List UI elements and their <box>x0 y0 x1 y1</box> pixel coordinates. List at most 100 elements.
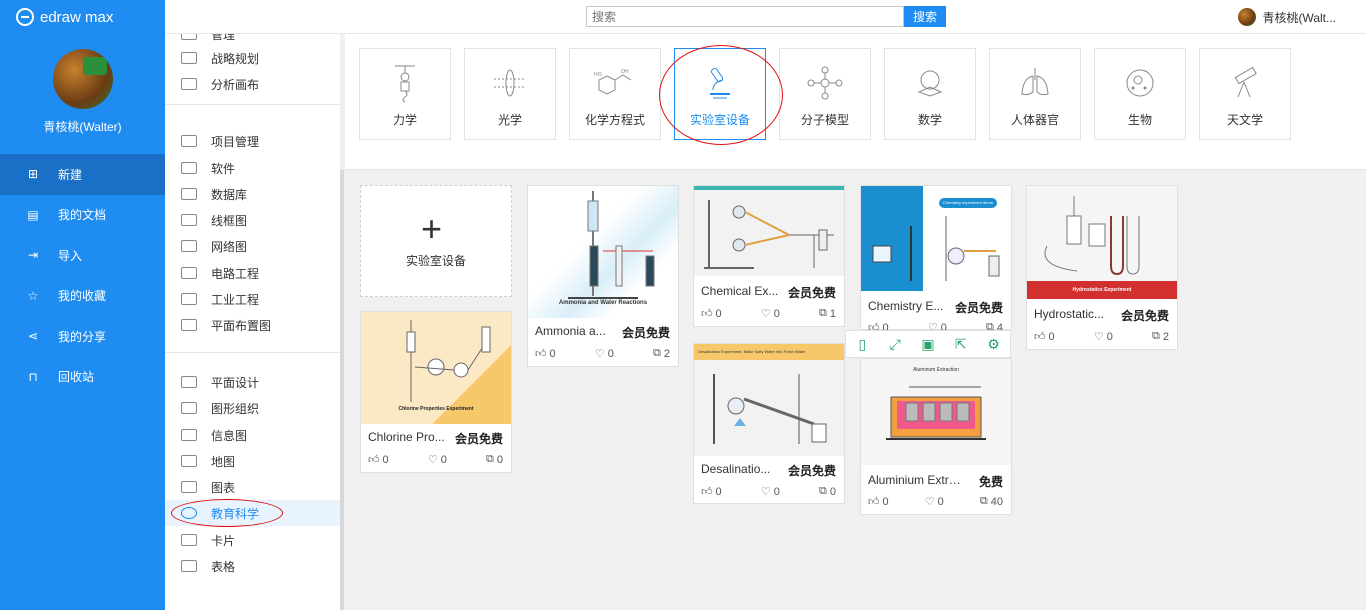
copy-count: 40 <box>990 495 1003 508</box>
svg-text:OH: OH <box>621 69 629 75</box>
copy-stat[interactable]: ⧉ 0 <box>819 485 836 498</box>
subcat-label: 生物 <box>1127 113 1152 127</box>
template-card-chemistry-experiment[interactable]: Chemistry experiment demo Chemistry E...… <box>860 185 1012 334</box>
like-stat[interactable]: 👍︎ 0 <box>701 485 722 499</box>
strategy-icon <box>181 52 197 64</box>
search-button[interactable]: 搜索 <box>904 6 946 27</box>
category-item-infographic[interactable]: 信息图 <box>165 422 340 448</box>
subcat-molecule-model[interactable]: 分子模型 <box>779 48 871 140</box>
template-title: Hydrostatic... <box>1034 307 1105 321</box>
subcat-biology[interactable]: 生物 <box>1094 48 1186 140</box>
subcat-label: 光学 <box>497 113 522 127</box>
like-stat[interactable]: 👍︎ 0 <box>868 495 889 509</box>
template-card-chlorine[interactable]: Chlorine Properties Experiment Chlorine … <box>360 311 512 473</box>
new-blank-card[interactable]: + 实验室设备 <box>360 185 512 297</box>
category-item-canvas[interactable]: 分析画布 <box>165 71 340 97</box>
nav-item-import[interactable]: ⇥ 导入 <box>0 235 165 276</box>
category-item-floorplan[interactable]: 平面布置图 <box>165 312 340 338</box>
subcat-lab-equipment[interactable]: 实验室设备 <box>674 48 766 140</box>
favorite-stat[interactable]: ♡ 0 <box>760 307 780 321</box>
subcat-astronomy[interactable]: 天文学 <box>1199 48 1291 140</box>
fullscreen-icon[interactable]: ⤢ <box>879 331 912 357</box>
graphic-organizer-icon <box>181 402 197 414</box>
template-stats: 👍︎ 0 ♡ 0 ⧉ 2 <box>535 347 670 360</box>
search-input[interactable] <box>586 6 904 27</box>
nav-item-my-documents[interactable]: ▤ 我的文档 <box>0 195 165 236</box>
category-item-table[interactable]: 表格 <box>165 553 340 579</box>
user-menu[interactable]: 青核桃(Walt... <box>1238 8 1336 26</box>
favorite-count: 0 <box>440 453 447 466</box>
subcat-label: 化学方程式 <box>584 113 645 127</box>
like-stat[interactable]: 👍︎ 0 <box>368 453 389 467</box>
telescope-icon <box>1200 63 1290 103</box>
subcat-math[interactable]: 数学 <box>884 48 976 140</box>
category-item-graphic-design[interactable]: 平面设计 <box>165 369 340 395</box>
category-item-chart[interactable]: 图表 <box>165 474 340 500</box>
subcat-mechanics[interactable]: 力学 <box>359 48 451 140</box>
table-icon <box>181 560 197 572</box>
template-card-aluminium[interactable]: Aluminum Extraction Aluminium Extra... 免… <box>860 358 1012 515</box>
subcat-human-organs[interactable]: 人体器官 <box>989 48 1081 140</box>
copy-count: 0 <box>829 485 836 498</box>
category-scrollbar[interactable] <box>340 170 344 610</box>
user-avatar[interactable] <box>53 49 113 109</box>
preview-icon[interactable]: ▯ <box>846 331 879 357</box>
new-file-icon: ⊞ <box>27 167 39 182</box>
copy-icon: ⧉ <box>979 495 988 507</box>
subcat-chemical-equation[interactable]: HO OH 化学方程式 <box>569 48 661 140</box>
favorite-stat[interactable]: ♡ 0 <box>1094 330 1113 344</box>
template-thumbnail: Chemistry experiment demo <box>861 186 1011 291</box>
category-item-software[interactable]: 软件 <box>165 155 340 181</box>
subcat-optics[interactable]: 光学 <box>464 48 556 140</box>
template-badge: 会员免费 <box>787 286 836 300</box>
category-item-network[interactable]: 网络图 <box>165 233 340 259</box>
heart-icon: ♡ <box>760 308 771 320</box>
canvas-icon <box>181 78 197 90</box>
category-label: 电路工程 <box>211 266 260 281</box>
template-card-desalination[interactable]: Desalination Experiment: Make Salty Wate… <box>693 343 845 504</box>
category-item-wireframe[interactable]: 线框图 <box>165 207 340 233</box>
category-item-graphic-organizer[interactable]: 图形组织 <box>165 395 340 421</box>
category-label: 平面布置图 <box>211 318 272 333</box>
nav-item-label: 回收站 <box>58 370 95 385</box>
like-stat[interactable]: 👍︎ 0 <box>1034 330 1055 344</box>
like-count: 0 <box>715 485 722 498</box>
nav-item-trash[interactable]: ⊓ 回收站 <box>0 357 165 398</box>
app-logo[interactable]: edraw max <box>16 8 113 26</box>
category-item-industrial[interactable]: 工业工程 <box>165 286 340 312</box>
export-icon[interactable]: ⇱ <box>944 331 977 357</box>
template-stats: 👍︎ 0 ♡ 0 ⧉ 40 <box>868 495 1003 508</box>
favorite-stat[interactable]: ♡ 0 <box>595 347 614 361</box>
nav-item-label: 导入 <box>58 248 83 263</box>
category-item-education-science[interactable]: 教育科学 <box>165 500 340 526</box>
template-card-hydrostatics[interactable]: Hydrostatics Experiment Hydrostatic... 会… <box>1026 185 1178 350</box>
template-title: Desalinatio... <box>701 462 771 476</box>
category-item-database[interactable]: 数据库 <box>165 181 340 207</box>
category-item-map[interactable]: 地图 <box>165 448 340 474</box>
category-item-circuit[interactable]: 电路工程 <box>165 260 340 286</box>
copy-count: 2 <box>663 347 670 360</box>
template-title: Chemical Ex... <box>701 284 779 298</box>
thumbnail-caption: Chlorine Properties Experiment <box>398 406 474 412</box>
nav-item-shares[interactable]: ⋖ 我的分享 <box>0 316 165 357</box>
favorite-stat[interactable]: ♡ 0 <box>761 485 780 499</box>
save-icon[interactable]: ▣ <box>912 331 945 357</box>
favorite-stat[interactable]: ♡ 0 <box>428 453 447 467</box>
nav-item-favorites[interactable]: ☆ 我的收藏 <box>0 276 165 317</box>
category-item-strategy[interactable]: 战略规划 <box>165 45 340 71</box>
favorite-count: 0 <box>607 347 614 360</box>
template-card-chemical-experiment[interactable]: Chemical Ex... 会员免费 👍︎ 0 ♡ 0 ⧉ 1 <box>693 185 845 327</box>
settings-icon[interactable]: ⚙ <box>977 331 1010 357</box>
nav-item-new[interactable]: ⊞ 新建 <box>0 154 165 195</box>
like-stat[interactable]: 👍︎ 0 <box>701 307 722 321</box>
template-card-ammonia[interactable]: Ammonia and Water Reactions Ammonia a...… <box>527 185 679 367</box>
category-item-project[interactable]: 项目管理 <box>165 128 340 154</box>
category-item-card[interactable]: 卡片 <box>165 527 340 553</box>
copy-stat[interactable]: ⧉ 2 <box>1152 330 1169 343</box>
like-stat[interactable]: 👍︎ 0 <box>535 347 556 361</box>
copy-stat[interactable]: ⧉ 2 <box>653 347 670 360</box>
copy-stat[interactable]: ⧉ 0 <box>486 453 503 466</box>
favorite-stat[interactable]: ♡ 0 <box>925 495 944 509</box>
copy-stat[interactable]: ⧉ 1 <box>819 307 836 320</box>
copy-stat[interactable]: ⧉ 40 <box>980 495 1003 508</box>
